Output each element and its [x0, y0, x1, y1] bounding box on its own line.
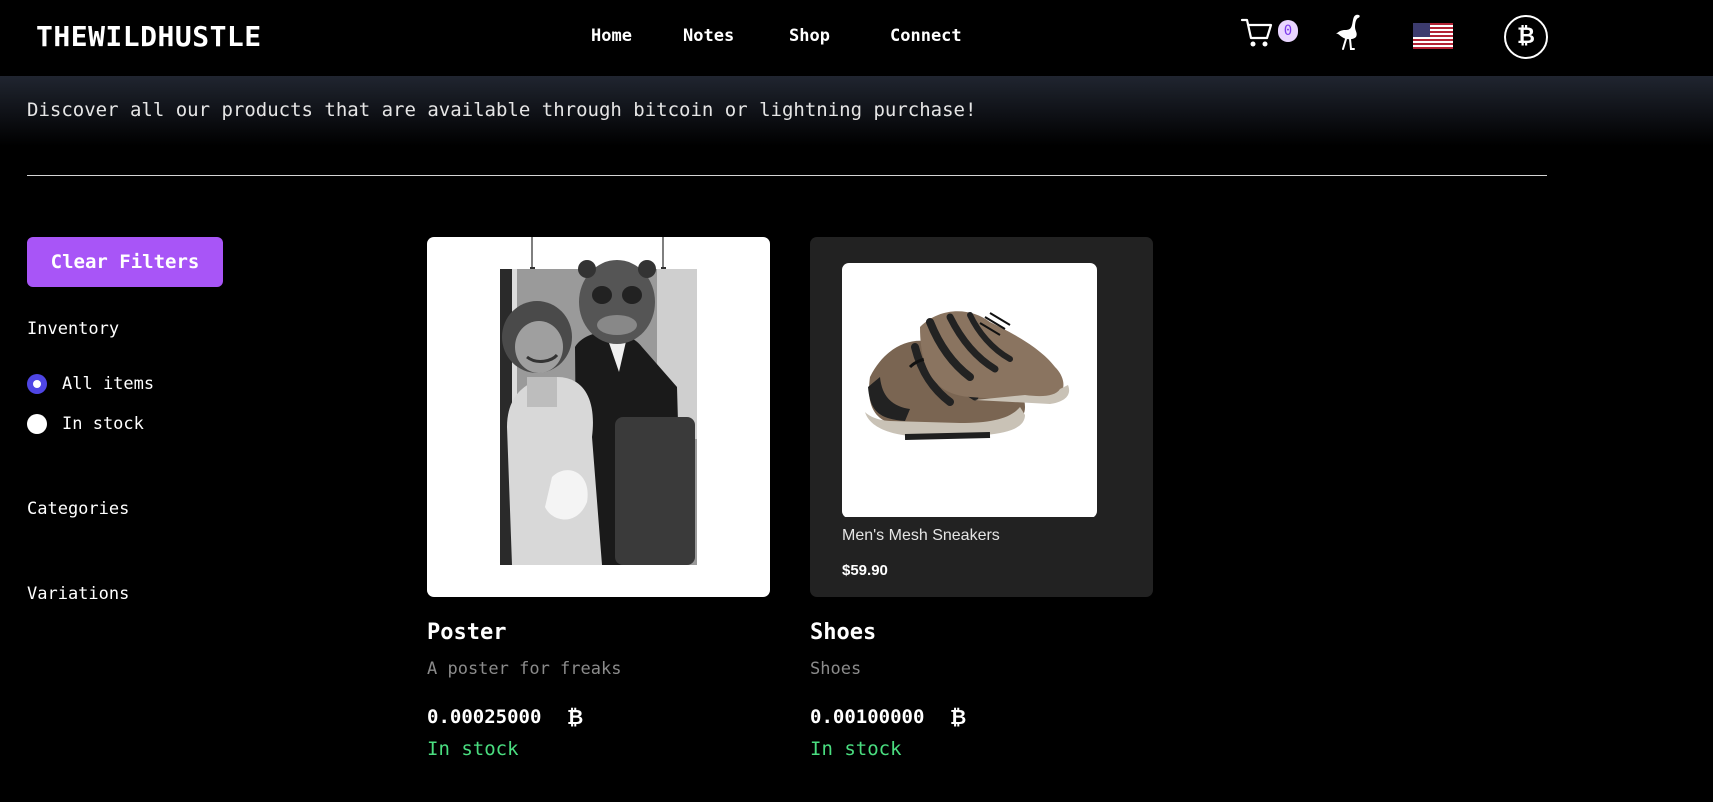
- radio-button-checked[interactable]: [27, 374, 47, 394]
- product-name[interactable]: Shoes: [810, 620, 876, 645]
- ostrich-icon: [1336, 14, 1360, 50]
- cart-count-badge: 0: [1278, 20, 1298, 42]
- stock-status: In stock: [427, 738, 519, 760]
- radio-in-stock[interactable]: In stock: [27, 414, 144, 434]
- nav-link-connect[interactable]: Connect: [890, 26, 962, 46]
- main-nav: Home Notes Shop Connect: [591, 26, 1002, 46]
- product-name[interactable]: Poster: [427, 620, 506, 645]
- product-description: A poster for freaks: [427, 659, 622, 679]
- bitcoin-icon: ₿: [950, 705, 967, 729]
- page-tagline: Discover all our products that are avail…: [27, 99, 977, 121]
- sneakers-image: [842, 263, 1097, 517]
- inventory-filter-title: Inventory: [27, 319, 120, 339]
- nostr-button[interactable]: [1334, 13, 1366, 51]
- nav-link-notes[interactable]: Notes: [683, 26, 769, 46]
- variations-filter-title[interactable]: Variations: [27, 584, 129, 604]
- image-price: $59.90: [842, 562, 888, 579]
- poster-image: [500, 237, 697, 565]
- clear-filters-button[interactable]: Clear Filters: [27, 237, 223, 287]
- nav-link-shop[interactable]: Shop: [789, 26, 870, 46]
- site-logo[interactable]: THEWILDHUSTLE: [36, 20, 262, 53]
- product-price: 0.00100000: [810, 706, 925, 728]
- stock-status: In stock: [810, 738, 902, 760]
- radio-label: All items: [62, 374, 155, 394]
- radio-label: In stock: [62, 414, 144, 434]
- categories-filter-title[interactable]: Categories: [27, 499, 129, 519]
- language-selector[interactable]: [1413, 23, 1453, 49]
- radio-button[interactable]: [27, 414, 47, 434]
- us-flag-icon: [1413, 23, 1453, 49]
- bitcoin-button[interactable]: ₿: [1504, 15, 1548, 59]
- nav-link-home[interactable]: Home: [591, 26, 658, 46]
- product-image-shoes[interactable]: Men's Mesh Sneakers $59.90: [810, 237, 1153, 597]
- bitcoin-icon: ₿: [1517, 24, 1535, 49]
- product-description: Shoes: [810, 659, 862, 679]
- top-nav-bar: THEWILDHUSTLE Home Notes Shop Connect 0: [0, 0, 1713, 76]
- bitcoin-icon: ₿: [567, 705, 584, 729]
- cart-button[interactable]: 0: [1240, 16, 1300, 52]
- product-price: 0.00025000: [427, 706, 542, 728]
- divider: [27, 175, 1547, 176]
- product-image-poster[interactable]: [427, 237, 770, 597]
- cart-icon: [1240, 18, 1273, 47]
- image-caption: Men's Mesh Sneakers: [842, 527, 1000, 544]
- radio-all-items[interactable]: All items: [27, 374, 154, 394]
